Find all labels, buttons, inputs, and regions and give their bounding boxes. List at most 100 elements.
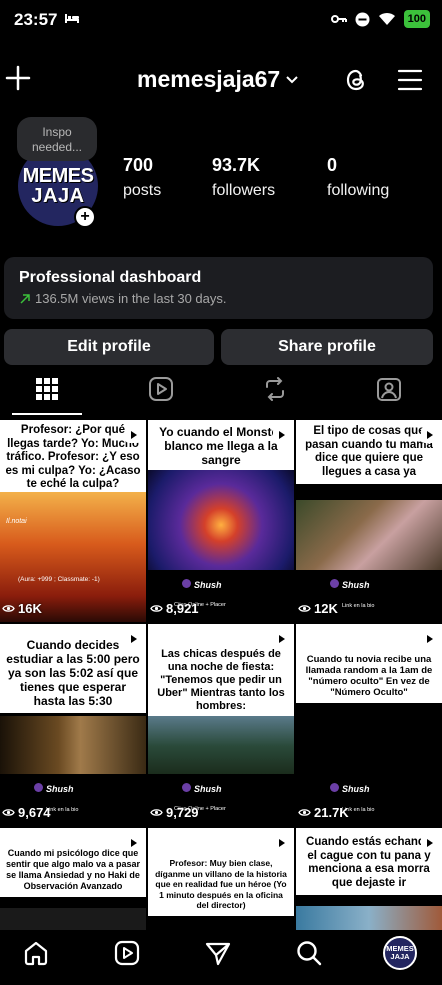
nav-avatar-line2: JAJA (390, 952, 410, 961)
key-icon (330, 15, 347, 23)
post-tile[interactable]: Cuando decides estudiar a las 5:00 pero … (0, 624, 146, 826)
brand-logo-icon (330, 579, 339, 588)
view-count: 9,729 (150, 805, 199, 820)
dashboard-subtitle: 136.5M views in the last 30 days. (19, 291, 418, 306)
professional-dashboard[interactable]: Professional dashboard 136.5M views in t… (4, 257, 433, 319)
grid-icon[interactable] (34, 376, 60, 402)
stat-label: following (327, 182, 390, 199)
threads-icon[interactable] (342, 66, 370, 94)
post-tile[interactable]: El tipo de cosas que pasan cuando tu mam… (296, 420, 442, 622)
stat-value: 0 (327, 155, 338, 175)
wifi-icon (378, 12, 395, 25)
status-time: 23:57 (14, 10, 58, 29)
create-plus-icon[interactable] (4, 64, 32, 92)
dashboard-views-text: 136.5M views in the last 30 days. (35, 291, 227, 306)
post-tile[interactable]: Yo cuando el Monster blanco me llega a l… (148, 420, 294, 622)
view-count: 21.7K (298, 805, 349, 820)
post-tile[interactable]: Profesor: Muy bien clase, díganme un vil… (148, 828, 294, 930)
brand-logo-icon (34, 783, 43, 792)
avatar-text-line1: MEMES (22, 165, 94, 187)
view-count-value: 9,729 (166, 805, 199, 820)
brand-name: Shush (342, 580, 370, 590)
eye-icon (150, 809, 163, 816)
eye-icon (150, 605, 163, 612)
view-count-value: 9,674 (18, 805, 51, 820)
search-icon[interactable] (295, 939, 323, 967)
note-bubble[interactable]: Inspo needed... (17, 117, 97, 161)
reel-icon (273, 631, 289, 647)
brand-tagline: Link en la bio (342, 603, 375, 609)
posts-grid: Profesor: ¿Por qué llegas tarde? Yo: Muc… (0, 420, 442, 930)
profile-top-bar: memesjaja67 (0, 56, 442, 106)
view-count: 9,674 (2, 805, 51, 820)
reel-icon (125, 631, 141, 647)
stat-value: 93.7K (212, 155, 261, 175)
trend-up-icon (20, 293, 30, 304)
stat-label: followers (212, 182, 276, 199)
stat-posts[interactable]: 700 posts (123, 155, 161, 200)
reels-nav-icon[interactable] (113, 939, 141, 967)
post-image (0, 716, 146, 776)
post-image (296, 500, 442, 570)
post-tile[interactable]: Cuando mi psicólogo dice que sentir que … (0, 828, 146, 930)
edit-profile-button[interactable]: Edit profile (4, 329, 214, 365)
post-tile[interactable]: Las chicas después de una noche de fiest… (148, 624, 294, 826)
reel-icon (421, 835, 437, 851)
reel-icon (273, 427, 289, 443)
battery-indicator: 100 (403, 10, 430, 28)
tagged-icon[interactable] (376, 376, 402, 402)
username: memesjaja67 (137, 66, 281, 92)
reel-icon (125, 427, 141, 443)
profile-tabs (0, 372, 442, 418)
brand-logo-icon (330, 783, 339, 792)
post-image (148, 470, 294, 570)
account-switcher[interactable]: memesjaja67 (137, 66, 298, 93)
active-tab-indicator (12, 413, 82, 415)
do-not-disturb-icon (355, 12, 370, 26)
menu-hamburger-icon[interactable] (396, 66, 424, 94)
post-tile[interactable]: Profesor: ¿Por qué llegas tarde? Yo: Muc… (0, 420, 146, 622)
dashboard-title: Professional dashboard (19, 269, 202, 286)
eye-icon (298, 809, 311, 816)
view-count: 16K (2, 601, 42, 616)
eye-icon (298, 605, 311, 612)
brand-logo-icon (182, 579, 191, 588)
post-image (0, 908, 146, 930)
reel-icon (421, 427, 437, 443)
view-count-value: 21.7K (314, 805, 349, 820)
reposts-icon[interactable] (262, 376, 288, 402)
reel-icon (421, 631, 437, 647)
post-watermark: Il.notai (6, 518, 27, 525)
avatar-text-line2: JAJA (31, 185, 85, 207)
chevron-down-icon (286, 75, 298, 83)
status-bar: 23:57 100 (0, 0, 442, 40)
profile-nav-avatar[interactable]: MEMES JAJA (383, 936, 417, 970)
post-tile[interactable]: Cuando estás echando el cague con tu pan… (296, 828, 442, 930)
brand-name: Shush (342, 784, 370, 794)
eye-icon (2, 605, 15, 612)
post-tile[interactable]: Cuando tu novia recibe una llamada rando… (296, 624, 442, 826)
stat-label: posts (123, 182, 162, 199)
stat-value: 700 (123, 155, 154, 175)
brand-name: Shush (46, 784, 74, 794)
home-icon[interactable] (22, 939, 50, 967)
share-profile-button[interactable]: Share profile (221, 329, 433, 365)
view-count-value: 8,921 (166, 601, 199, 616)
brand-logo-icon (182, 783, 191, 792)
bottom-navigation: MEMES JAJA (0, 930, 442, 985)
stat-following[interactable]: 0 following (327, 155, 389, 200)
bed-icon (65, 14, 79, 23)
view-count-value: 16K (18, 601, 42, 616)
view-count-value: 12K (314, 601, 338, 616)
stat-followers[interactable]: 93.7K followers (212, 155, 275, 200)
add-story-plus-icon[interactable]: + (74, 206, 96, 228)
reels-icon[interactable] (148, 376, 174, 402)
reel-icon (125, 835, 141, 851)
brand-name: Shush (194, 580, 222, 590)
view-count: 12K (298, 601, 338, 616)
direct-message-icon[interactable] (204, 939, 232, 967)
view-count: 8,921 (150, 601, 199, 616)
eye-icon (2, 809, 15, 816)
reel-icon (273, 835, 289, 851)
post-overlay-text: (Aura: +999 ; Classmate: -1) (18, 576, 100, 583)
